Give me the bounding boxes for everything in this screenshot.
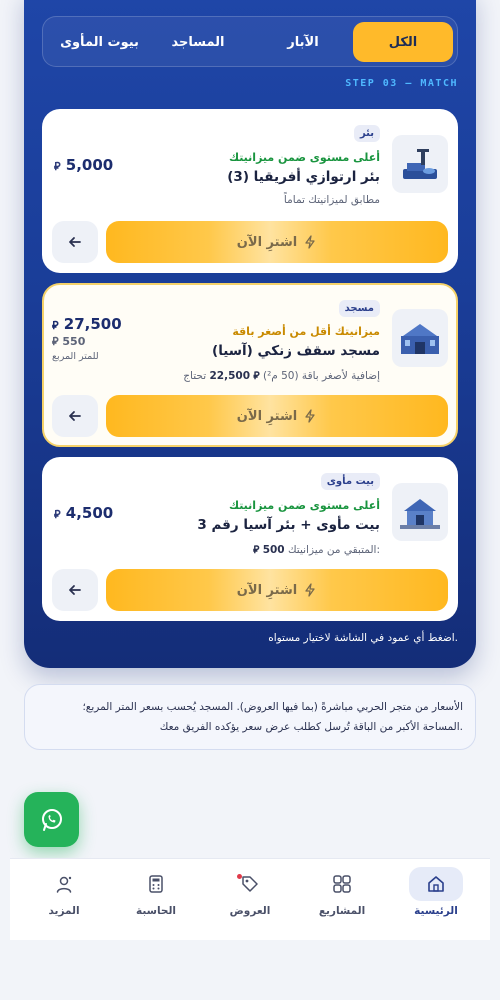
- buy-label: اشترِ الآن: [236, 582, 298, 598]
- tag-icon: [223, 867, 277, 901]
- filter-tabs: الكل الآبار المساجد بيوت المأوى: [42, 16, 458, 67]
- price-value: 27,500: [63, 315, 122, 333]
- project-subtitle: مطابق لميزانيتك تماماً: [283, 194, 380, 206]
- nav-item-offers[interactable]: العروض: [210, 867, 290, 933]
- tab-mosques[interactable]: المساجد: [148, 22, 248, 62]
- back-button[interactable]: [52, 395, 98, 437]
- price-per-sqm: ⃁ 550: [52, 335, 85, 349]
- subtitle-prefix: المتبقي من ميزانيتك:: [287, 544, 380, 556]
- subtitle-prefix: تحتاج: [183, 370, 207, 382]
- project-title: بيت مأوى + بئر آسيا رقم 3: [197, 517, 380, 533]
- grid-icon: [315, 867, 369, 901]
- price-value: 4,500: [65, 504, 114, 522]
- back-button[interactable]: [52, 221, 98, 263]
- category-badge: بئر: [353, 125, 380, 142]
- lightning-icon: [305, 409, 315, 423]
- arrow-left-icon: [69, 237, 81, 247]
- status-label: أعلى مستوى ضمن ميزانيتك: [228, 499, 380, 512]
- project-subtitle: ⃁ 500 المتبقي من ميزانيتك:: [253, 542, 380, 556]
- notification-dot: [237, 874, 242, 879]
- well-icon: [392, 135, 448, 193]
- project-card-well[interactable]: بئر أعلى مستوى ضمن ميزانيتك بئر ارتوازي …: [42, 109, 458, 273]
- whatsapp-button[interactable]: [24, 792, 79, 847]
- per-sqm-label: للمتر المربع: [52, 351, 99, 362]
- nav-label: العروض: [229, 905, 271, 917]
- project-card-mosque[interactable]: مسجد ميزانيتك أقل من أصغر باقة مسجد سقف …: [42, 283, 458, 447]
- tab-shelters[interactable]: بيوت المأوى: [47, 22, 152, 62]
- lightning-icon: [305, 583, 315, 597]
- note-line-1: الأسعار من متجر الحربي مباشرةً (بما فيها…: [82, 701, 463, 713]
- project-title: مسجد سقف زنكي (آسيا): [212, 343, 380, 359]
- back-button[interactable]: [52, 569, 98, 611]
- pricing-note: الأسعار من متجر الحربي مباشرةً (بما فيها…: [24, 684, 476, 750]
- nav-item-home[interactable]: الرئيسية: [396, 867, 476, 933]
- riyal-icon: ⃁: [253, 544, 260, 556]
- nav-label: المشاريع: [318, 905, 366, 917]
- bottom-nav: الرئيسية المشاريع العروض الحاسبة المزيد: [10, 858, 490, 940]
- buy-label: اشترِ الآن: [236, 408, 298, 424]
- lightning-icon: [305, 235, 315, 249]
- arrow-left-icon: [69, 411, 81, 421]
- step-label: STEP 03 — MATCH: [345, 78, 458, 89]
- note-line-2: المساحة الأكبر من الباقة تُرسل كطلب عرض …: [159, 721, 463, 733]
- status-label: ميزانيتك أقل من أصغر باقة: [232, 325, 380, 338]
- whatsapp-icon: [41, 808, 62, 831]
- riyal-icon: ⃁: [54, 160, 61, 173]
- hint-text: اضغط أي عمود في الشاشة لاختيار مستواه.: [268, 632, 458, 644]
- project-card-shelter[interactable]: بيت مأوى أعلى مستوى ضمن ميزانيتك بيت مأو…: [42, 457, 458, 621]
- riyal-icon: ⃁: [253, 370, 260, 382]
- price-per-sqm-value: 550: [62, 335, 86, 348]
- user-icon: [37, 867, 91, 901]
- price-value: 5,000: [65, 156, 114, 174]
- subtitle-suffix: إضافية لأصغر باقة (50 م²): [262, 370, 380, 382]
- shelter-icon: [392, 483, 448, 541]
- buy-now-button[interactable]: اشترِ الآن: [106, 395, 448, 437]
- buy-now-button[interactable]: اشترِ الآن: [106, 221, 448, 263]
- category-badge: مسجد: [338, 300, 380, 317]
- price: ⃁ 5,000: [52, 156, 113, 174]
- price: ⃁ 27,500: [52, 315, 122, 333]
- nav-label: المزيد: [48, 905, 80, 917]
- category-badge: بيت مأوى: [320, 473, 380, 490]
- nav-label: الحاسبة: [135, 905, 177, 917]
- status-label: أعلى مستوى ضمن ميزانيتك: [228, 151, 380, 164]
- buy-label: اشترِ الآن: [236, 234, 298, 250]
- calculator-icon: [129, 867, 183, 901]
- tab-all[interactable]: الكل: [353, 22, 453, 62]
- subtitle-amount: 22,500: [209, 370, 251, 382]
- mosque-icon: [392, 309, 448, 367]
- subtitle-amount: 500: [262, 544, 285, 556]
- riyal-icon: ⃁: [52, 335, 59, 348]
- nav-item-more[interactable]: المزيد: [24, 867, 104, 933]
- home-icon: [409, 867, 463, 901]
- buy-now-button[interactable]: اشترِ الآن: [106, 569, 448, 611]
- arrow-left-icon: [69, 585, 81, 595]
- project-subtitle: إضافية لأصغر باقة (50 م²) ⃁ 22,500 تحتاج: [183, 368, 380, 382]
- riyal-icon: ⃁: [54, 508, 61, 521]
- nav-label: الرئيسية: [414, 905, 458, 917]
- price: ⃁ 4,500: [52, 504, 113, 522]
- nav-item-projects[interactable]: المشاريع: [302, 867, 382, 933]
- tab-wells[interactable]: الآبار: [253, 22, 353, 62]
- riyal-icon: ⃁: [52, 319, 59, 332]
- nav-item-calculator[interactable]: الحاسبة: [116, 867, 196, 933]
- project-title: بئر ارتوازي أفريقيا (3): [227, 169, 380, 185]
